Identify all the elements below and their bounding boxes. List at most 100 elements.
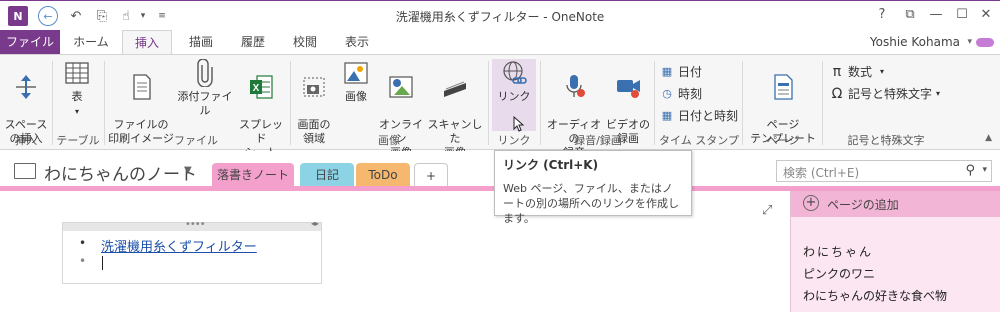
expand-icon[interactable]: ⤢ [762, 203, 772, 218]
tooltip-title: リンク (Ctrl+K) [503, 158, 599, 172]
record-video-button[interactable]: ビデオの 録画 [604, 59, 652, 145]
note-drag-icon[interactable]: •••• [185, 219, 206, 230]
equation-button[interactable]: π 数式 ▾ [830, 63, 884, 80]
tab-view[interactable]: 表示 [334, 30, 380, 54]
equation-label: 数式 [848, 65, 873, 79]
help-icon[interactable]: ? [872, 7, 892, 25]
search-input[interactable]: 検索 (Ctrl+E) ⚲ ▾ [776, 160, 992, 182]
clock-icon: ◷ [662, 87, 672, 100]
search-icon[interactable]: ⚲ [965, 163, 975, 178]
section-tab-diary[interactable]: 日記 [300, 163, 354, 187]
omega-icon: Ω [831, 85, 843, 102]
title-bar: N ← ↶ ⎘ ☝ ▾ ≡ 洗濯機用糸くずフィルター - OneNote ? ⧉… [0, 0, 1000, 30]
group-label-recording: 録音/録画 [574, 134, 622, 147]
add-page-button[interactable]: + ページの追加 [791, 191, 1000, 217]
note-handle[interactable]: •••• ◂▸ [63, 219, 321, 231]
mouse-cursor-icon [513, 116, 525, 132]
tab-draw[interactable]: 描画 [178, 30, 224, 54]
page-item[interactable]: ピンクのワニ [803, 265, 875, 282]
add-page-icon: + [803, 195, 819, 211]
pi-icon: π [832, 63, 842, 80]
add-section-tab[interactable]: + [414, 163, 448, 187]
note-resize-icon[interactable]: ◂▸ [311, 219, 319, 228]
tab-file[interactable]: ファイル [0, 30, 60, 54]
section-tab-todo[interactable]: ToDo [356, 163, 410, 187]
tooltip-body: Web ページ、ファイル、またはノートの別の場所へのリンクを作成します。 [503, 182, 679, 225]
screen-clipping-icon [303, 77, 325, 97]
group-label-pages: ページ [766, 134, 800, 147]
online-picture-icon [389, 76, 413, 98]
table-icon [65, 62, 89, 84]
tab-review[interactable]: 校閲 [282, 30, 328, 54]
tab-home[interactable]: ホーム [66, 30, 116, 54]
note-link[interactable]: 洗濯機用糸くずフィルター [101, 236, 257, 255]
screen-clipping-button[interactable]: 画面の 領域 [292, 59, 336, 145]
symbol-chevron-icon[interactable]: ▾ [936, 89, 940, 98]
picture-button[interactable]: 画像 [338, 59, 374, 131]
user-chevron-icon[interactable]: ▾ [967, 30, 972, 54]
tab-insert[interactable]: 挿入 [122, 30, 172, 55]
page-template-icon [774, 74, 793, 100]
group-separator [540, 61, 541, 145]
date-time-button[interactable]: ▦ 日付と時刻 [660, 107, 738, 124]
group-separator [52, 61, 53, 145]
symbol-label: 記号と特殊文字 [848, 87, 933, 101]
maximize-icon[interactable]: ☐ [952, 7, 972, 25]
microphone-icon [566, 75, 585, 97]
page-item[interactable]: わにちゃんの好きな食べ物 [803, 287, 947, 304]
notebook-chevron-icon[interactable]: ▼ [184, 165, 192, 176]
group-label-files: ファイル [174, 134, 218, 147]
online-picture-button[interactable]: オンライン 画像 [376, 59, 426, 159]
text-caret [102, 256, 103, 270]
page-list-pane: + ページの追加 わにちゃん ピンクのワニ わにちゃんの好きな食べ物 [790, 191, 1000, 312]
file-printout-button[interactable]: ファイルの 印刷イメージ [106, 59, 176, 145]
scanner-icon [444, 81, 466, 97]
search-placeholder: 検索 (Ctrl+E) [783, 166, 860, 180]
minimize-icon[interactable]: — [926, 7, 946, 25]
time-button[interactable]: ◷ 時刻 [660, 85, 702, 102]
notebook-icon [14, 163, 36, 179]
time-label: 時刻 [678, 87, 703, 101]
table-button[interactable]: 表 ▾ [56, 59, 98, 131]
link-tooltip: リンク (Ctrl+K) Web ページ、ファイル、またはノートの別の場所へのリ… [494, 150, 692, 225]
equation-chevron-icon[interactable]: ▾ [880, 67, 884, 76]
user-avatar-icon[interactable] [976, 38, 994, 47]
search-chevron-icon[interactable]: ▾ [982, 165, 987, 175]
group-label-links: リンク [497, 134, 531, 147]
page-item[interactable]: わにちゃん [803, 243, 873, 260]
attach-file-label: 添付ファイル [177, 90, 233, 117]
calendar-icon: ▦ [661, 65, 673, 78]
collapse-ribbon-icon[interactable]: ▲ [985, 133, 992, 143]
picture-label: 画像 [345, 90, 367, 103]
tab-history[interactable]: 履歴 [230, 30, 276, 54]
note-container[interactable]: •••• ◂▸ • 洗濯機用糸くずフィルター • [62, 219, 322, 284]
page-templates-button[interactable]: ページ テンプレート [746, 59, 820, 145]
table-label: 表 [71, 90, 83, 103]
file-printout-icon [133, 74, 151, 100]
picture-icon [344, 62, 368, 84]
fullscreen-icon[interactable]: ⧉ [900, 7, 920, 25]
add-page-label: ページの追加 [827, 198, 899, 212]
date-time-label: 日付と時刻 [678, 109, 739, 123]
scanned-image-button[interactable]: スキャンした 画像 [426, 59, 484, 159]
group-label-timestamp: タイム スタンプ [659, 134, 739, 147]
link-icon [503, 61, 527, 84]
symbol-button[interactable]: Ω 記号と特殊文字 ▾ [830, 85, 940, 102]
section-tab-doodle[interactable]: 落書きノート [212, 163, 294, 187]
notebook-name[interactable]: わにちゃんのノート [44, 160, 197, 185]
insert-space-button[interactable]: スペース の挿入 [4, 59, 48, 145]
spreadsheet-button[interactable]: X スプレッド シート [236, 59, 286, 159]
group-separator [742, 61, 743, 145]
calendar-clock-icon: ▦ [661, 109, 673, 122]
attach-file-button[interactable]: 添付ファイル [176, 59, 234, 131]
group-separator [822, 61, 823, 145]
close-icon[interactable]: ✕ [976, 7, 996, 25]
group-label-tables: テーブル [56, 134, 100, 147]
window-title: 洗濯機用糸くずフィルター - OneNote [395, 10, 605, 24]
group-label-symbols: 記号と特殊文字 [847, 134, 925, 147]
record-audio-button[interactable]: オーディオの 録音 [544, 59, 604, 159]
date-button[interactable]: ▦ 日付 [660, 63, 702, 80]
bullet: • [79, 236, 87, 250]
user-name[interactable]: Yoshie Kohama [870, 30, 960, 54]
ribbon: スペース の挿入 表 ▾ ファイルの 印刷イメージ 添付ファイル X スプレッド… [0, 54, 1000, 159]
